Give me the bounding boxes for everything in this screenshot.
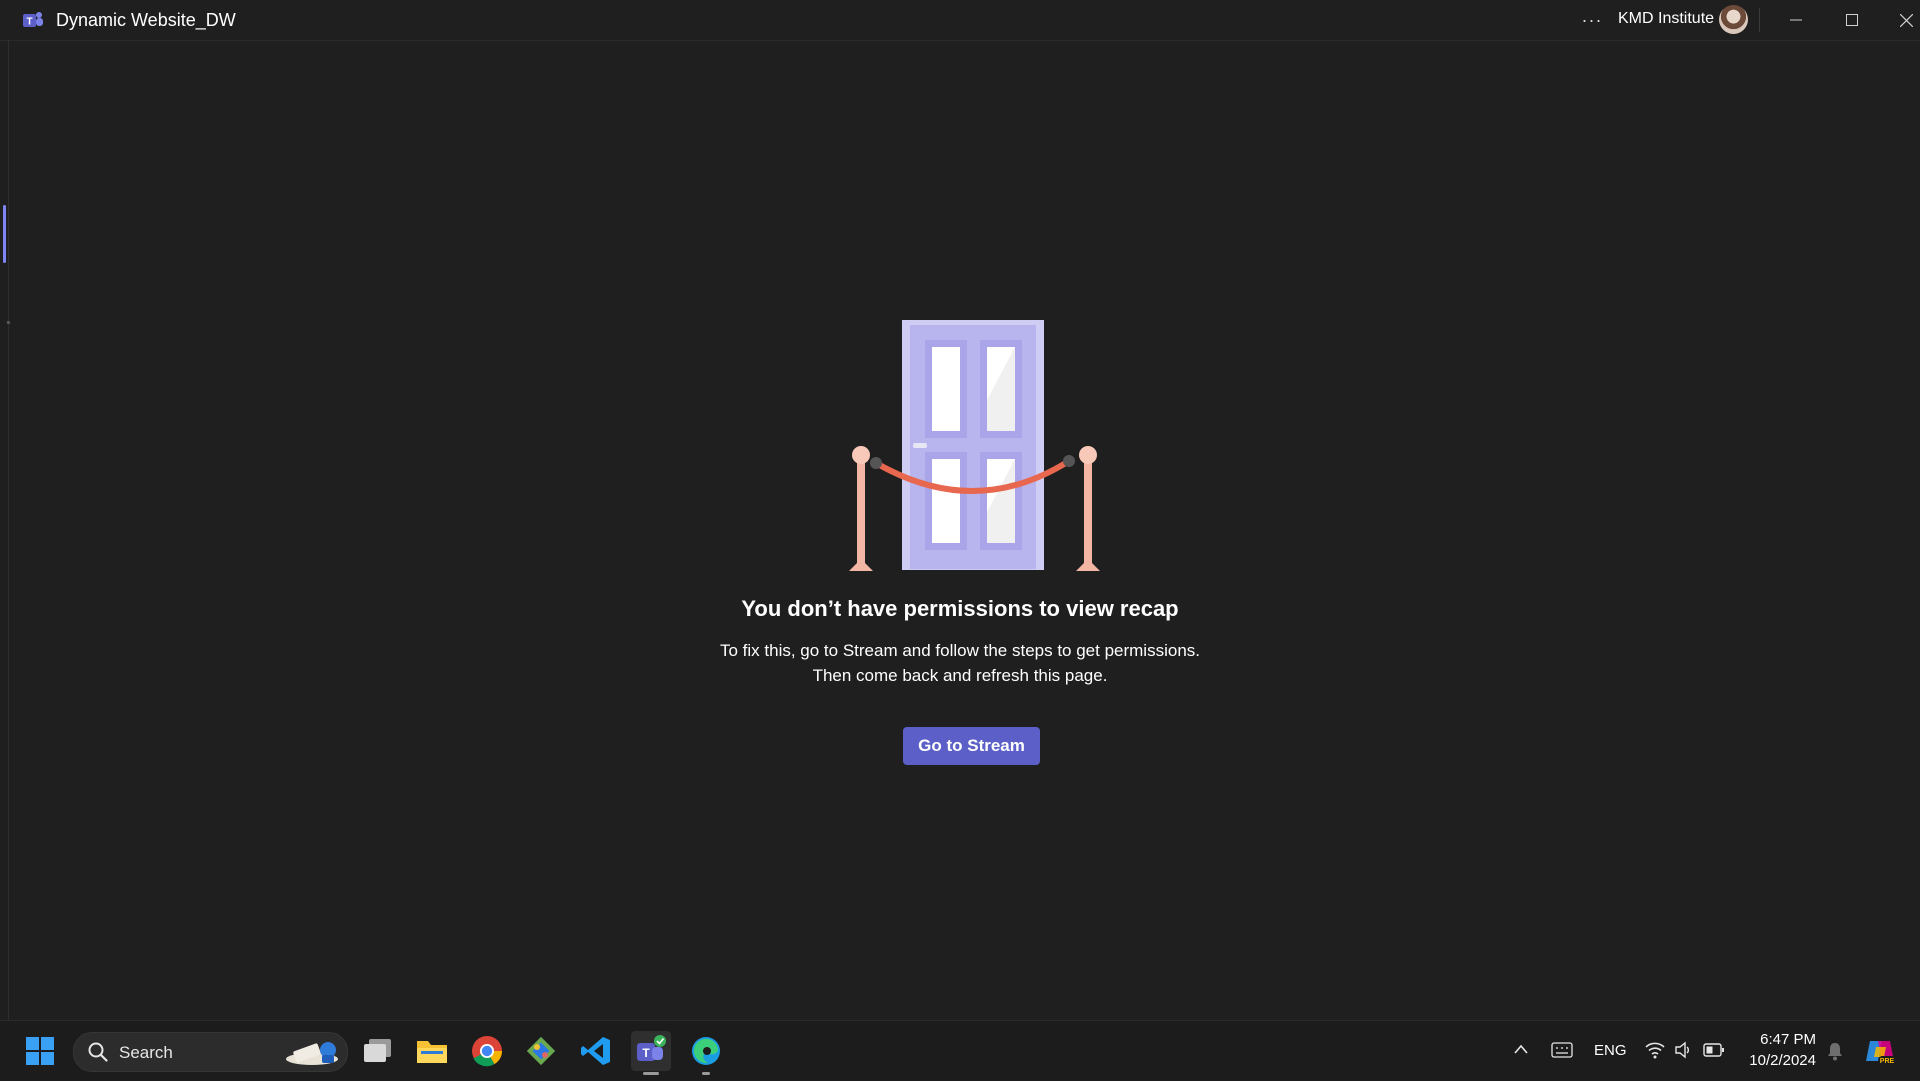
file-manager-icon	[364, 1039, 391, 1062]
copilot-icon[interactable]: PRE	[1864, 1035, 1896, 1067]
taskbar-app-vscode[interactable]	[576, 1031, 616, 1071]
search-icon	[88, 1042, 108, 1062]
taskbar-search[interactable]: Search	[73, 1032, 348, 1072]
teams-window: T Dynamic Website_DW ··· KMD Institute Y…	[0, 0, 1920, 1020]
teams-icon: T	[637, 1035, 666, 1061]
start-button[interactable]	[20, 1031, 60, 1071]
notification-bell-icon[interactable]	[1826, 1041, 1844, 1061]
search-label: Search	[119, 1043, 173, 1062]
svg-text:T: T	[26, 17, 32, 28]
chevron-up-icon[interactable]	[1513, 1043, 1529, 1055]
maximize-button[interactable]	[1824, 0, 1880, 40]
volume-icon[interactable]	[1674, 1041, 1692, 1059]
minimize-button[interactable]	[1768, 0, 1824, 40]
avatar[interactable]	[1719, 5, 1748, 34]
taskbar-app-edge[interactable]	[686, 1031, 726, 1071]
more-options-button[interactable]: ···	[1578, 6, 1606, 34]
description-line-1: To fix this, go to Stream and follow the…	[719, 641, 1200, 660]
svg-text:PRE: PRE	[1880, 1058, 1895, 1065]
window-title: Dynamic Website_DW	[56, 10, 236, 30]
taskbar-app-git[interactable]	[521, 1031, 561, 1071]
clock-time[interactable]: 6:47 PM	[1756, 1031, 1816, 1048]
minimize-icon	[1790, 19, 1802, 21]
maximize-icon	[1846, 14, 1858, 26]
taskbar-app-file-manager[interactable]	[358, 1031, 398, 1071]
description-line-2: Then come back and refresh this page.	[812, 666, 1108, 685]
git-icon	[526, 1036, 556, 1066]
taskbar-app-file-explorer[interactable]	[412, 1031, 452, 1071]
folder-icon	[417, 1041, 447, 1063]
door-with-rope-illustration	[849, 320, 1100, 571]
wifi-icon[interactable]	[1645, 1041, 1665, 1059]
organization-name[interactable]: KMD Institute	[1618, 10, 1714, 28]
edge-icon	[692, 1037, 720, 1065]
taskbar: Search T ENG 6:47 PM 10/2/2024 PRE	[0, 1020, 1920, 1081]
close-button[interactable]	[1878, 0, 1920, 40]
clock-date[interactable]: 10/2/2024	[1740, 1052, 1816, 1069]
teams-app-icon: T	[23, 12, 43, 28]
search-highlight-icon	[286, 1042, 338, 1065]
close-icon	[1899, 13, 1913, 27]
start-icon	[26, 1037, 54, 1065]
battery-icon[interactable]	[1703, 1042, 1725, 1058]
svg-text:T: T	[642, 1046, 650, 1060]
taskbar-app-chrome[interactable]	[467, 1031, 507, 1071]
vscode-icon	[581, 1037, 610, 1065]
active-nav-indicator	[3, 205, 6, 263]
edge-running-indicator	[702, 1072, 710, 1075]
permission-headline: You don’t have permissions to view recap	[741, 596, 1179, 621]
language-indicator[interactable]: ENG	[1594, 1042, 1627, 1059]
chrome-icon	[472, 1036, 502, 1067]
taskbar-app-teams[interactable]: T	[631, 1031, 671, 1071]
teams-running-indicator	[643, 1072, 659, 1075]
go-to-stream-button[interactable]: Go to Stream	[903, 727, 1040, 765]
keyboard-icon[interactable]	[1551, 1042, 1573, 1058]
title-bar: T Dynamic Website_DW ··· KMD Institute	[0, 0, 1920, 41]
title-separator	[1759, 8, 1760, 32]
